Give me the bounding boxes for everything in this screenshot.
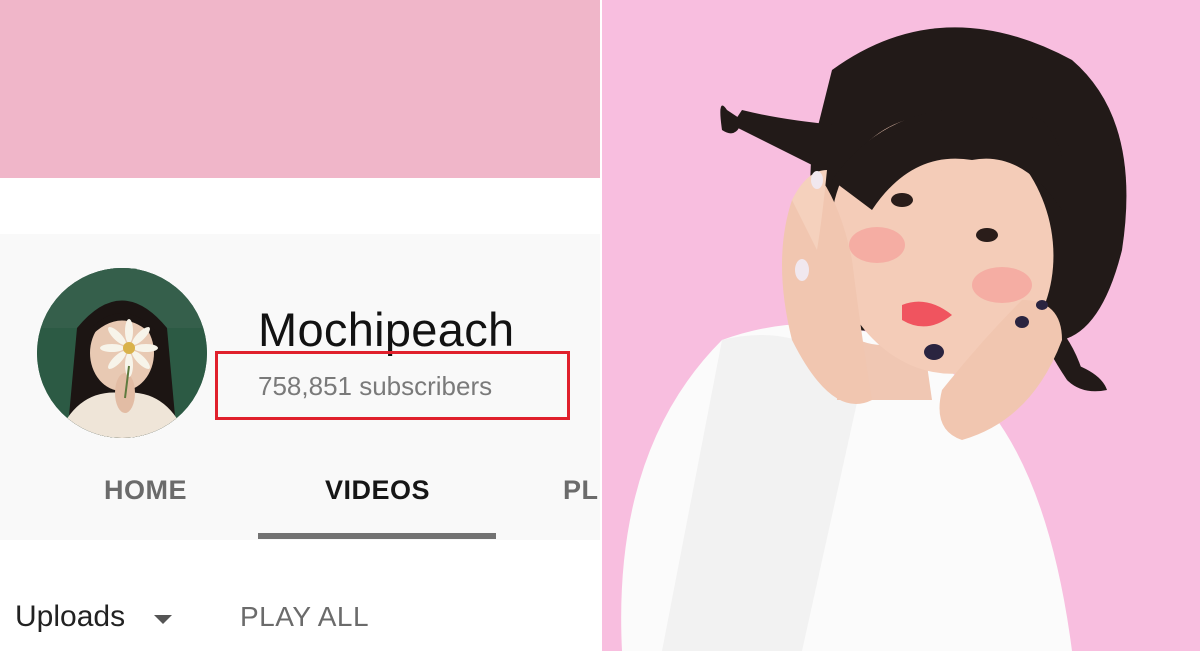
channel-avatar[interactable] [37, 268, 207, 438]
person-photo [602, 0, 1200, 651]
avatar-image [37, 268, 207, 438]
screenshot-composite: Mochipeach 758,851 subscribers HOME VIDE… [0, 0, 1200, 651]
channel-banner [0, 0, 600, 178]
tab-home[interactable]: HOME [104, 475, 187, 506]
tab-playlists[interactable]: PL [563, 475, 599, 506]
subscriber-count: 758,851 subscribers [258, 371, 493, 401]
youtube-channel-panel: Mochipeach 758,851 subscribers HOME VIDE… [0, 0, 600, 651]
uploads-dropdown[interactable]: Uploads [15, 600, 125, 634]
channel-name: Mochipeach [258, 303, 515, 356]
tab-videos[interactable]: VIDEOS [325, 475, 430, 506]
selected-tab-indicator [258, 533, 496, 539]
caret-down-icon[interactable] [154, 615, 172, 624]
play-all-button[interactable]: PLAY ALL [240, 601, 369, 633]
photo-illustration [602, 0, 1200, 651]
